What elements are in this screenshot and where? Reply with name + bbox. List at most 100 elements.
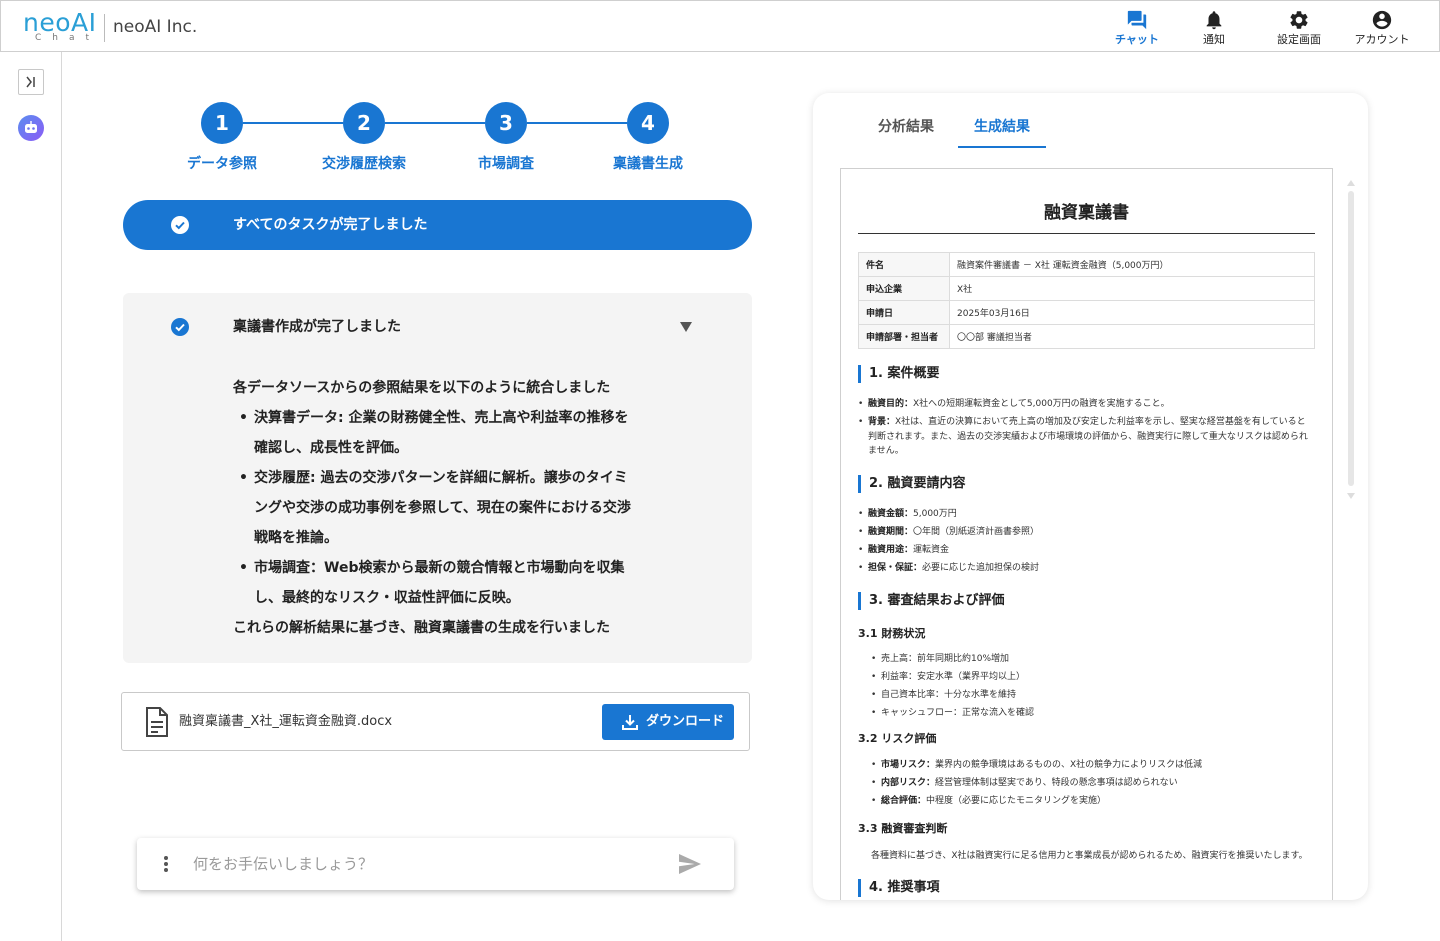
send-icon[interactable]	[678, 853, 702, 875]
financial-list: 売上高：前年同期比約10%増加 利益率：安定水準（業界平均以上） 自己資本比率：…	[871, 652, 1311, 724]
nav-account[interactable]: アカウント	[1352, 9, 1412, 49]
list-item: 融資用途：運転資金	[858, 543, 1313, 558]
nav-settings[interactable]: 設定画面	[1272, 9, 1326, 49]
item-text: 経営管理体制は堅実であり、特段の懸念事項は認められない	[935, 778, 1178, 788]
result-body: 各データソースからの参照結果を以下のように統合しました 決算書データ: 企業の財…	[233, 373, 633, 643]
file-name: 融資稟議書_X社_運転資金融資.docx	[179, 714, 393, 729]
table-key: 申込企業	[858, 276, 950, 301]
section-heading: 4. 推奨事項	[858, 879, 940, 897]
table-row: 申請部署・担当者 〇〇部 審議担当者	[858, 324, 1315, 349]
account-icon	[1372, 10, 1392, 30]
result-conclusion: これらの解析結果に基づき、融資稟議書の生成を行いました	[233, 620, 611, 636]
nav-account-label: アカウント	[1354, 33, 1410, 46]
expand-sidebar-button[interactable]	[18, 69, 44, 95]
step-2-label: 交渉履歴検索	[322, 156, 406, 172]
list-item: 担保・保証：必要に応じた追加担保の検討	[858, 561, 1313, 576]
bot-icon	[25, 121, 37, 133]
neoai-logo[interactable]: neoAI Chat	[23, 9, 101, 45]
table-value: 2025年03月16日	[949, 300, 1315, 325]
sidebar	[0, 52, 62, 941]
collapse-caret-icon[interactable]	[680, 322, 692, 332]
generated-file: 融資稟議書_X社_運転資金融資.docx ダウンロード	[121, 692, 750, 751]
step-3-number: 3	[485, 102, 527, 144]
chat-input[interactable]	[193, 851, 653, 877]
result-bullet: 決算書データ: 企業の財務健全性、売上高や利益率の推移を確認し、成長性を評価。	[233, 403, 633, 463]
table-value: 〇〇部 審議担当者	[949, 324, 1315, 349]
result-intro: 各データソースからの参照結果を以下のように統合しました	[233, 380, 611, 396]
completion-text: すべてのタスクが完了しました	[233, 217, 428, 233]
bell-icon	[1206, 11, 1222, 30]
step-2-number: 2	[343, 102, 385, 144]
assistant-bot-button[interactable]	[18, 115, 44, 141]
item-text: 必要に応じた追加担保の検討	[922, 563, 1040, 573]
item-text: X社への短期運転資金として5,000万円の融資を実施すること。	[913, 399, 1170, 409]
result-title: 稟議書作成が完了しました	[233, 319, 401, 335]
nav-chat[interactable]: チャット	[1112, 9, 1162, 49]
doc-title-rule	[858, 233, 1315, 234]
step-1-label: データ参照	[187, 156, 257, 172]
step-connector	[385, 122, 485, 124]
step-connector	[243, 122, 343, 124]
item-text: 業界内の競争環境はあるものの、X社の競争力によりリスクは低減	[935, 760, 1203, 770]
logo-subtext: Chat	[35, 33, 101, 43]
completion-banner: すべてのタスクが完了しました	[123, 200, 752, 250]
risk-list: 市場リスク：業界内の競争環境はあるものの、X社の競争力によりリスクは低減 内部リ…	[871, 758, 1311, 812]
step-connector	[527, 122, 627, 124]
scroll-up-arrow[interactable]	[1347, 180, 1355, 186]
section-heading: 3. 審査結果および評価	[858, 592, 1005, 610]
document-preview-panel: 分析結果 生成結果 融資稟議書 件名 融資案件審議書 － X社 運転資金融資（5…	[813, 93, 1368, 900]
item-label: 融資期間：	[868, 527, 914, 537]
item-label: 担保・保証：	[868, 563, 923, 573]
nav-notifications[interactable]: 通知	[1194, 9, 1234, 49]
gear-icon	[1290, 11, 1308, 29]
tab-analysis[interactable]: 分析結果	[870, 117, 942, 149]
step-4-label: 稟議書生成	[613, 156, 683, 172]
item-label: 内部リスク：	[881, 778, 936, 788]
list-item: 利益率：安定水準（業界平均以上）	[871, 670, 1311, 685]
active-tab-indicator	[958, 146, 1046, 148]
nav-settings-label: 設定画面	[1277, 33, 1321, 46]
table-key: 申請日	[858, 300, 950, 325]
list-item: 背景：X社は、直近の決算において売上高の増加及び安定した利益率を示し、堅実な経営…	[858, 415, 1313, 459]
table-row: 申請日 2025年03月16日	[858, 300, 1315, 325]
scroll-down-arrow[interactable]	[1347, 493, 1355, 499]
item-label: 背景：	[868, 417, 896, 427]
item-text: 〇年間（別紙返済計画書参照）	[913, 527, 1040, 537]
doc-title: 融資稟議書	[1044, 203, 1129, 223]
list-item: 総合評価：中程度（必要に応じたモニタリングを実施）	[871, 794, 1311, 809]
download-icon	[622, 715, 638, 730]
check-circle-icon	[171, 216, 189, 234]
logo-divider	[104, 14, 105, 42]
download-label: ダウンロード	[646, 714, 725, 729]
list-item: 融資期間：〇年間（別紙返済計画書参照）	[858, 525, 1313, 540]
item-text: 5,000万円	[913, 509, 957, 519]
nav-notifications-label: 通知	[1203, 33, 1225, 46]
list-item: 内部リスク：経営管理体制は堅実であり、特段の懸念事項は認められない	[871, 776, 1311, 791]
app-header: neoAI Chat neoAI Inc. チャット 通知 設定画面 アカウント	[0, 0, 1440, 52]
document-icon	[146, 707, 168, 737]
expand-sidebar-icon	[26, 76, 35, 88]
subsection-heading: 3.3 融資審査判断	[858, 822, 948, 835]
more-options-icon[interactable]	[163, 855, 169, 873]
item-label: 融資金額：	[868, 509, 914, 519]
judgement-text: 各種資料に基づき、X社は融資実行に足る信用力と事業成長が認められるため、融資実行…	[871, 851, 1308, 861]
subsection-heading: 3.1 財務状況	[858, 627, 926, 640]
item-label: 市場リスク：	[881, 760, 936, 770]
scrollbar-thumb[interactable]	[1348, 191, 1354, 486]
table-value: 融資案件審議書 － X社 運転資金融資（5,000万円）	[949, 252, 1315, 277]
table-row: 件名 融資案件審議書 － X社 運転資金融資（5,000万円）	[858, 252, 1315, 277]
table-key: 申請部署・担当者	[858, 324, 950, 349]
document-page: 融資稟議書 件名 融資案件審議書 － X社 運転資金融資（5,000万円） 申込…	[840, 168, 1333, 900]
step-3-label: 市場調査	[478, 156, 534, 172]
list-item: 自己資本比率：十分な水準を維持	[871, 688, 1311, 703]
download-button[interactable]: ダウンロード	[602, 704, 734, 740]
table-key: 件名	[858, 252, 950, 277]
table-value: X社	[949, 276, 1315, 301]
item-text: X社は、直近の決算において売上高の増加及び安定した利益率を示し、堅実な経営基盤を…	[868, 417, 1308, 456]
result-bullet: 交渉履歴: 過去の交渉パターンを詳細に解析。譲歩のタイミングや交渉の成功事例を参…	[233, 463, 633, 553]
item-text: 運転資金	[913, 545, 950, 555]
tab-generated[interactable]: 生成結果	[966, 117, 1038, 149]
company-name: neoAI Inc.	[113, 17, 198, 37]
list-item: キャッシュフロー：正常な流入を確認	[871, 706, 1311, 721]
info-table: 件名 融資案件審議書 － X社 運転資金融資（5,000万円） 申込企業 X社 …	[858, 252, 1315, 349]
